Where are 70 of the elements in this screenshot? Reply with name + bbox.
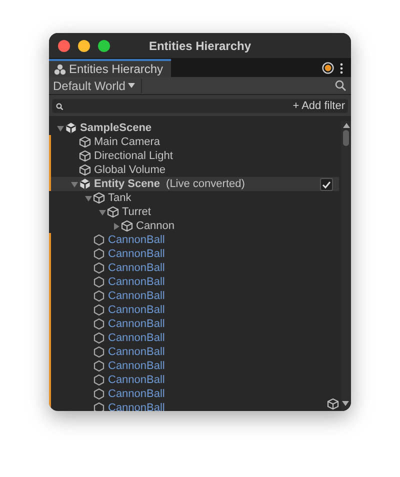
item-note: (Live converted) bbox=[166, 178, 245, 190]
hexagon-icon bbox=[93, 234, 105, 246]
item-label[interactable]: CannonBall bbox=[108, 388, 165, 400]
hexagon-icon bbox=[93, 318, 105, 330]
tree-row[interactable]: Turret bbox=[49, 205, 339, 219]
hexagon-icon bbox=[93, 402, 105, 411]
hexagon-icon bbox=[93, 276, 105, 288]
item-label[interactable]: CannonBall bbox=[108, 304, 165, 316]
hexagon-icon bbox=[93, 360, 105, 372]
item-label[interactable]: CannonBall bbox=[108, 262, 165, 274]
item-label[interactable]: Global Volume bbox=[94, 164, 166, 176]
search-icon[interactable] bbox=[335, 80, 346, 91]
hexagon-icon bbox=[93, 262, 105, 274]
close-button[interactable] bbox=[58, 40, 70, 52]
tree-row[interactable]: Cannon bbox=[49, 219, 339, 233]
item-label[interactable]: Main Camera bbox=[94, 136, 160, 148]
cube-icon bbox=[327, 398, 339, 410]
item-label[interactable]: Directional Light bbox=[94, 150, 173, 162]
unity-scene-icon bbox=[65, 122, 77, 134]
item-label[interactable]: CannonBall bbox=[108, 276, 165, 288]
hexagon-icon bbox=[93, 248, 105, 260]
scroll-up-icon[interactable] bbox=[342, 123, 350, 128]
item-label[interactable]: CannonBall bbox=[108, 248, 165, 260]
status-icon[interactable] bbox=[322, 62, 334, 74]
scroll-thumb[interactable] bbox=[343, 130, 349, 146]
item-label[interactable]: CannonBall bbox=[108, 332, 165, 344]
hexagon-icon bbox=[93, 374, 105, 386]
minimize-button[interactable] bbox=[78, 40, 90, 52]
hexagon-icon bbox=[93, 388, 105, 400]
cube-icon bbox=[93, 192, 105, 204]
expanded-arrow-icon[interactable] bbox=[98, 208, 106, 216]
search-icon bbox=[56, 102, 63, 110]
cube-icon bbox=[121, 220, 133, 232]
tab[interactable]: Entities Hierarchy bbox=[49, 59, 171, 77]
more-menu-icon[interactable] bbox=[340, 62, 343, 74]
tree-row[interactable]: Tank bbox=[49, 191, 339, 205]
expanded-arrow-icon[interactable] bbox=[70, 180, 78, 188]
dropdown-arrow-icon bbox=[128, 83, 136, 88]
item-label[interactable]: Turret bbox=[122, 206, 151, 218]
hexagon-icon bbox=[93, 346, 105, 358]
cube-icon bbox=[79, 150, 91, 162]
hierarchy-icon bbox=[54, 64, 66, 74]
add-filter-button[interactable]: + Add filter bbox=[292, 100, 345, 112]
cube-icon bbox=[79, 136, 91, 148]
unity-scene-icon bbox=[79, 178, 91, 190]
item-label[interactable]: Cannon bbox=[136, 220, 175, 232]
zoom-button[interactable] bbox=[98, 40, 110, 52]
collapsed-arrow-icon[interactable] bbox=[112, 222, 120, 230]
item-label[interactable]: CannonBall bbox=[108, 374, 165, 386]
checkbox[interactable] bbox=[320, 178, 333, 191]
item-label[interactable]: CannonBall bbox=[108, 318, 165, 330]
cube-icon bbox=[79, 164, 91, 176]
cube-icon bbox=[107, 206, 119, 218]
search-field[interactable]: + Add filter bbox=[52, 99, 348, 113]
hexagon-icon bbox=[93, 304, 105, 316]
expanded-arrow-icon[interactable] bbox=[56, 124, 64, 132]
hexagon-icon bbox=[93, 290, 105, 302]
tree-row[interactable]: SampleScene bbox=[49, 121, 339, 135]
item-label[interactable]: Entity Scene bbox=[94, 178, 160, 190]
item-label[interactable]: CannonBall bbox=[108, 346, 165, 358]
scroll-down-icon[interactable] bbox=[342, 401, 349, 406]
item-label[interactable]: SampleScene bbox=[80, 122, 152, 134]
item-label[interactable]: CannonBall bbox=[108, 360, 165, 372]
item-label[interactable]: CannonBall bbox=[108, 234, 165, 246]
hexagon-icon bbox=[93, 332, 105, 344]
expanded-arrow-icon[interactable] bbox=[84, 194, 92, 202]
item-label[interactable]: CannonBall bbox=[108, 290, 165, 302]
item-label[interactable]: CannonBall bbox=[108, 402, 165, 411]
item-label[interactable]: Tank bbox=[108, 192, 132, 204]
window-title: Entities Hierarchy bbox=[148, 38, 252, 52]
